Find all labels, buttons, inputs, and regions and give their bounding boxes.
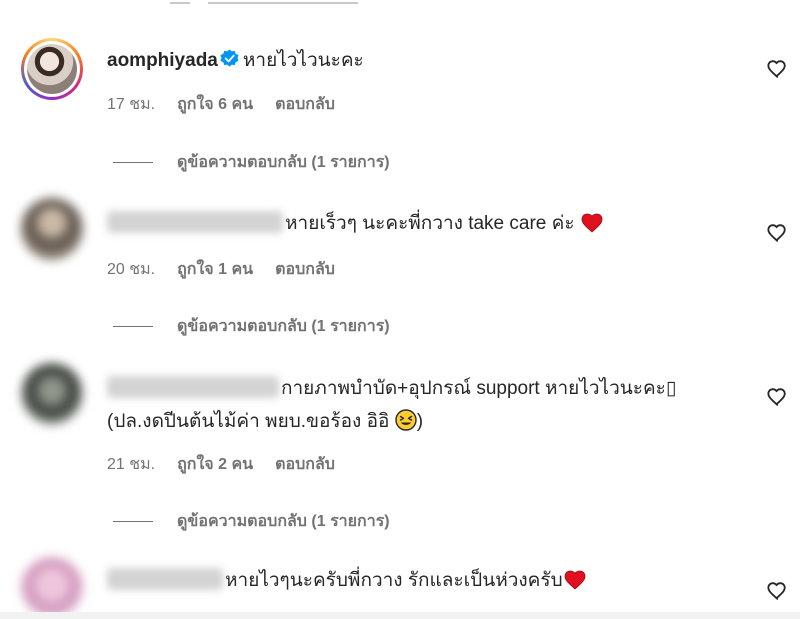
red-heart-emoji	[564, 570, 586, 590]
comment-meta: 21 ชม. ถูกใจ 2 คน ตอบกลับ	[107, 452, 335, 477]
view-replies-label: ดูข้อความตอบกลับ (1 รายการ)	[177, 513, 390, 530]
comment-text-line: กายภาพบำบัด+อุปกรณ์ support หายไวไวนะคะ▯	[107, 376, 676, 402]
comment-text-line: หายไวๆนะครับพี่กวาง รักและเป็นห่วงครับ	[107, 568, 587, 594]
comment-text-line-2: (ปล.งดปีนต้นไม้ค่า พยบ.ขอร้อง อิอิ )	[107, 409, 423, 435]
heart-outline-icon[interactable]	[766, 58, 788, 78]
comment-username[interactable]: aomphiyada	[107, 50, 218, 71]
red-heart-emoji	[581, 213, 603, 233]
comment-time[interactable]: 17 ชม.	[107, 92, 155, 117]
avatar[interactable]	[21, 363, 83, 425]
comment-text-line: หายเร็วๆ นะคะพี่กวาง take care ค่ะ	[107, 211, 604, 237]
comment-text-end: )	[416, 411, 424, 432]
view-replies-label: ดูข้อความตอบกลับ (1 รายการ)	[177, 318, 390, 335]
comment-text: กายภาพบำบัด+อุปกรณ์ support หายไวไวนะคะ▯	[281, 378, 677, 399]
avatar[interactable]	[21, 38, 83, 100]
comment-text-continued: (ปล.งดปีนต้นไม้ค่า พยบ.ขอร้อง อิอิ	[107, 411, 390, 432]
comment-meta: 17 ชม. ถูกใจ 6 คน ตอบกลับ	[107, 92, 335, 117]
view-replies-button[interactable]: ดูข้อความตอบกลับ (1 รายการ)	[113, 509, 390, 534]
comment-text: หายเร็วๆ นะคะพี่กวาง take care ค่ะ	[285, 213, 575, 234]
view-replies-button[interactable]: ดูข้อความตอบกลับ (1 รายการ)	[113, 150, 390, 175]
instagram-comments-panel: aomphiyada หายไวไวนะคะ 17 ชม. ถูกใจ 6 คน …	[0, 0, 800, 619]
laughing-squint-face-emoji	[395, 409, 417, 431]
heart-outline-icon[interactable]	[766, 580, 788, 600]
heart-outline-icon[interactable]	[766, 222, 788, 242]
reply-button[interactable]: ตอบกลับ	[275, 257, 335, 282]
likes-count[interactable]: ถูกใจ 2 คน	[177, 452, 253, 477]
heart-outline-icon[interactable]	[766, 386, 788, 406]
fragment-part	[170, 0, 190, 4]
likes-count[interactable]: ถูกใจ 1 คน	[177, 257, 253, 282]
likes-count[interactable]: ถูกใจ 6 คน	[177, 92, 253, 117]
comment-meta: 20 ชม. ถูกใจ 1 คน ตอบกลับ	[107, 257, 335, 282]
fragment-part	[208, 0, 358, 4]
replies-dash	[113, 326, 153, 327]
avatar-photo	[27, 44, 77, 94]
previous-item-fragment	[170, 0, 390, 4]
panel-bottom-divider	[0, 612, 800, 619]
replies-dash	[113, 162, 153, 163]
verified-badge-icon	[220, 49, 239, 67]
view-replies-button[interactable]: ดูข้อความตอบกลับ (1 รายการ)	[113, 314, 390, 339]
comment-time[interactable]: 21 ชม.	[107, 452, 155, 477]
reply-button[interactable]: ตอบกลับ	[275, 92, 335, 117]
avatar[interactable]	[21, 557, 83, 619]
reply-button[interactable]: ตอบกลับ	[275, 452, 335, 477]
comment-time[interactable]: 20 ชม.	[107, 257, 155, 282]
comment-text: หายไวๆนะครับพี่กวาง รักและเป็นห่วงครับ	[225, 570, 563, 591]
view-replies-label: ดูข้อความตอบกลับ (1 รายการ)	[177, 154, 390, 171]
blurred-username[interactable]	[107, 376, 279, 398]
comment-text: หายไวไวนะคะ	[242, 50, 364, 71]
blurred-username[interactable]	[107, 568, 223, 590]
blurred-username[interactable]	[107, 211, 283, 233]
avatar[interactable]	[21, 198, 83, 260]
comment-text-line: aomphiyada หายไวไวนะคะ	[107, 48, 364, 74]
replies-dash	[113, 521, 153, 522]
